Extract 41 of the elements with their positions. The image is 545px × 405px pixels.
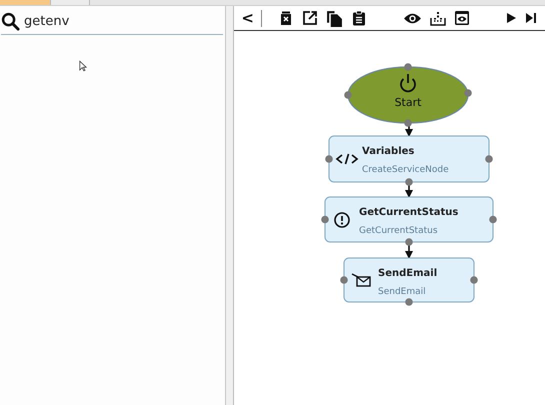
port-handle[interactable]	[404, 63, 412, 71]
port-handle[interactable]	[406, 238, 414, 246]
mouse-cursor-icon	[79, 60, 87, 72]
collapse-button[interactable]: <	[239, 9, 256, 27]
port-handle[interactable]	[344, 91, 352, 99]
node-title: Variables	[362, 146, 415, 157]
port-handle[interactable]	[404, 119, 412, 127]
task-node[interactable]	[324, 196, 494, 242]
exclamation-icon	[334, 212, 350, 228]
copy-icon[interactable]	[326, 10, 343, 26]
port-handle[interactable]	[490, 216, 498, 224]
code-icon	[336, 153, 359, 165]
port-handle[interactable]	[464, 89, 472, 97]
port-handle[interactable]	[406, 178, 414, 186]
port-handle[interactable]	[322, 216, 330, 224]
delete-icon[interactable]	[278, 10, 294, 26]
port-handle[interactable]	[326, 155, 334, 163]
port-handle[interactable]	[486, 155, 494, 163]
preview-window-icon[interactable]	[454, 10, 470, 26]
play-icon[interactable]	[505, 12, 517, 24]
task-node[interactable]	[344, 258, 475, 302]
tray-icon[interactable]	[430, 10, 446, 26]
node-subtitle: CreateServiceNode	[362, 165, 450, 175]
power-icon	[400, 74, 416, 92]
node-subtitle: GetCurrentStatus	[359, 226, 438, 236]
port-handle[interactable]	[406, 298, 414, 306]
eye-icon[interactable]	[403, 12, 422, 24]
search-icon	[1, 12, 20, 30]
port-handle[interactable]	[340, 276, 348, 284]
node-label: Start	[394, 96, 422, 109]
port-handle[interactable]	[470, 276, 478, 284]
start-node[interactable]	[348, 66, 470, 124]
external-link-icon[interactable]	[302, 10, 318, 26]
node-subtitle: SendEmail	[378, 287, 426, 297]
node-title: SendEmail	[378, 268, 438, 279]
node-title: GetCurrentStatus	[359, 207, 459, 218]
clipboard-icon[interactable]	[351, 10, 367, 26]
task-node[interactable]	[328, 136, 490, 182]
envelope-icon	[352, 273, 372, 287]
step-forward-icon[interactable]	[525, 12, 537, 24]
search-field[interactable]: getenv	[24, 14, 204, 28]
